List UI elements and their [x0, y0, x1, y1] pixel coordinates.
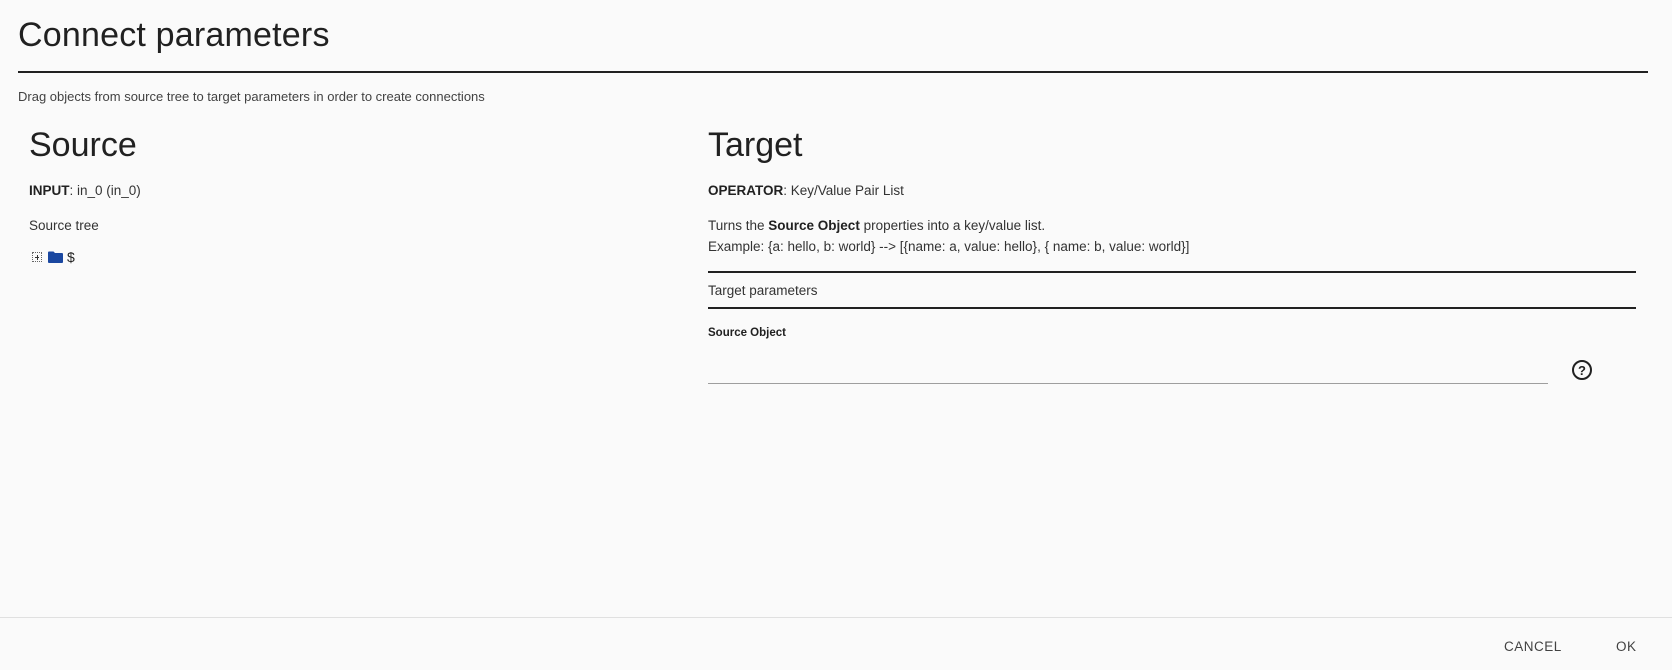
- dialog-footer: CANCEL OK: [0, 617, 1672, 670]
- tree-root-node[interactable]: $: [67, 249, 75, 265]
- source-tree-label: Source tree: [29, 218, 99, 233]
- desc-suffix: properties into a key/value list.: [859, 218, 1046, 233]
- operator-example: Example: {a: hello, b: world} --> [{name…: [708, 239, 1190, 254]
- connect-parameters-dialog: Connect parameters Drag objects from sou…: [0, 0, 1672, 670]
- target-operator-line: OPERATOR: Key/Value Pair List: [708, 183, 904, 198]
- operator-value: : Key/Value Pair List: [783, 183, 904, 198]
- source-object-field[interactable]: [708, 352, 1548, 384]
- source-object-label: Source Object: [708, 327, 786, 339]
- source-input-line: INPUT: in_0 (in_0): [29, 183, 141, 198]
- params-bottom-divider: [708, 307, 1636, 309]
- folder-icon: [48, 251, 63, 263]
- cancel-button[interactable]: CANCEL: [1498, 635, 1568, 658]
- desc-prefix: Turns the: [708, 218, 769, 233]
- input-label: INPUT: [29, 183, 70, 198]
- title-divider: [18, 71, 1648, 73]
- dialog-title: Connect parameters: [18, 16, 330, 54]
- input-value: : in_0 (in_0): [69, 183, 141, 198]
- help-circle-icon[interactable]: ?: [1572, 360, 1592, 380]
- dialog-subtitle: Drag objects from source tree to target …: [18, 89, 485, 104]
- operator-label: OPERATOR: [708, 183, 784, 198]
- source-heading: Source: [29, 126, 137, 164]
- params-top-divider: [708, 271, 1636, 273]
- target-params-heading: Target parameters: [708, 283, 818, 298]
- desc-bold: Source Object: [768, 218, 860, 233]
- ok-button[interactable]: OK: [1610, 635, 1643, 658]
- target-heading: Target: [708, 126, 803, 164]
- source-tree: $: [32, 248, 75, 266]
- plus-box-icon[interactable]: [32, 252, 42, 262]
- operator-description: Turns the Source Object properties into …: [708, 218, 1045, 233]
